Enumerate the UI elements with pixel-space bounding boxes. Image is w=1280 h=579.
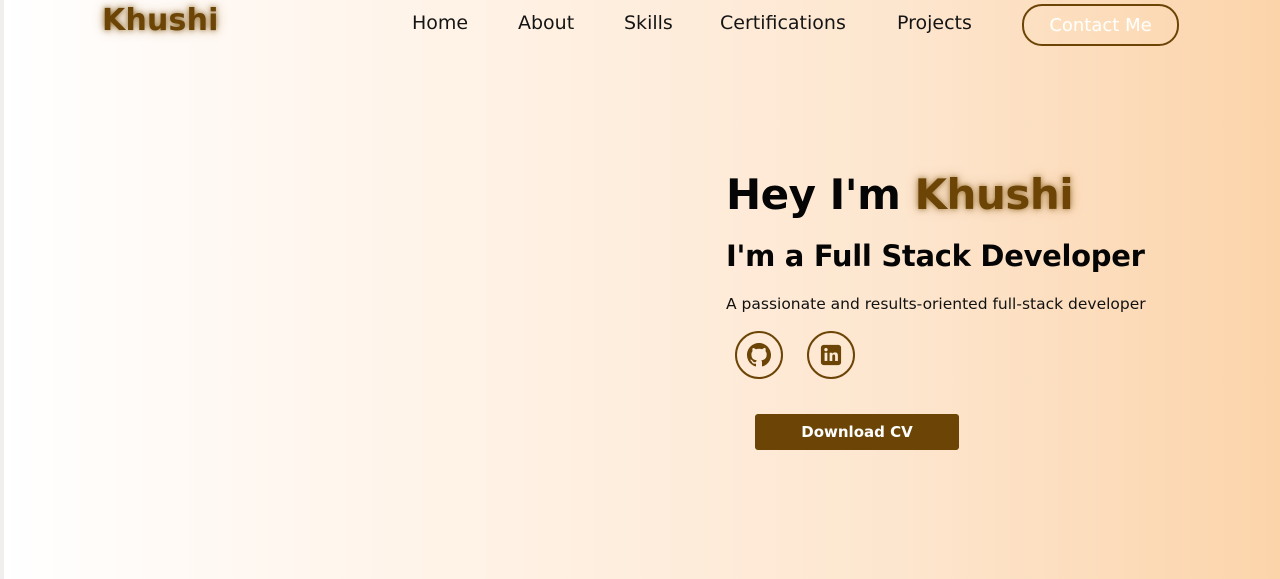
hero-subtitle: I'm a Full Stack Developer bbox=[726, 239, 1145, 273]
hero-description: A passionate and results-oriented full-s… bbox=[726, 295, 1146, 313]
nav-link-projects[interactable]: Projects bbox=[897, 12, 972, 34]
site-logo[interactable]: Khushi bbox=[102, 3, 219, 38]
nav-link-skills[interactable]: Skills bbox=[624, 12, 673, 34]
download-cv-button[interactable]: Download CV bbox=[755, 414, 959, 450]
download-cv-label: Download CV bbox=[801, 423, 913, 441]
hero-title: Hey I'm Khushi bbox=[726, 170, 1074, 219]
page-left-edge bbox=[0, 0, 4, 579]
nav-link-about[interactable]: About bbox=[518, 12, 574, 34]
github-icon bbox=[747, 343, 771, 367]
hero-greeting: Hey I'm bbox=[726, 170, 901, 219]
nav-link-certifications[interactable]: Certifications bbox=[720, 12, 846, 34]
linkedin-icon bbox=[820, 344, 842, 366]
hero-name: Khushi bbox=[914, 170, 1074, 219]
github-link[interactable] bbox=[735, 331, 783, 379]
contact-me-button[interactable]: Contact Me bbox=[1022, 4, 1179, 46]
nav-link-home[interactable]: Home bbox=[412, 12, 468, 34]
linkedin-link[interactable] bbox=[807, 331, 855, 379]
contact-me-label: Contact Me bbox=[1049, 14, 1152, 36]
